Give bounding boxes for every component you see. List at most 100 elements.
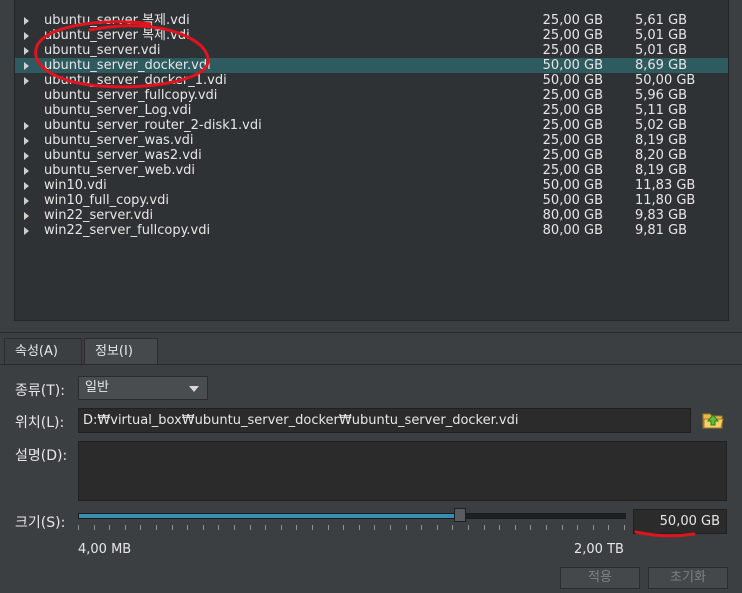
disk-row[interactable]: ubuntu_server_router_2-disk1.vdi 25,00 GB… [15,118,728,133]
disk-row[interactable]: win22_server.vdi 80,00 GB 9,83 GB [15,208,728,223]
slider-handle[interactable] [454,508,466,522]
disk-row[interactable]: ubuntu_server 복제.vdi 25,00 GB 5,01 GB [15,28,728,43]
virtual-size: 50,00 GB [542,193,603,208]
disk-row[interactable]: ubuntu_server_docker.vdi 50,00 GB 8,69 GB [15,58,728,73]
actual-size: 11,80 GB [635,193,696,208]
size-max-label: 2,00 TB [574,542,624,557]
actual-size: 9,83 GB [635,208,688,223]
slider-tick [343,525,344,530]
virtual-size: 80,00 GB [542,223,603,238]
slider-tick [468,525,469,530]
virtual-size: 25,00 GB [542,163,603,178]
expand-arrow-icon[interactable] [24,152,29,160]
location-field[interactable]: D:₩virtual_box₩ubuntu_server_docker₩ubun… [78,408,691,433]
slider-tick [78,525,79,530]
disk-row[interactable]: win10.vdi 50,00 GB 11,83 GB [15,178,728,193]
disk-name: ubuntu_server_fullcopy.vdi [44,88,218,103]
window-frame [0,0,14,332]
disk-row[interactable]: win22_server_fullcopy.vdi 80,00 GB 9,81 GB [15,223,728,238]
expand-arrow-icon[interactable] [24,197,29,205]
disk-name: ubuntu_server_docker_1.vdi [44,73,227,88]
slider-tick [406,525,407,530]
virtual-size: 25,00 GB [542,118,603,133]
location-label: 위치(L): [15,415,65,431]
disk-name: ubuntu_server_router_2-disk1.vdi [44,118,262,133]
description-field[interactable] [78,441,727,501]
tab-information[interactable]: 정보(I) [84,338,158,365]
disk-row[interactable]: ubuntu_server_was2.vdi 25,00 GB 8,20 GB [15,148,728,163]
disk-row[interactable]: ubuntu_server 복제.vdi 25,00 GB 5,61 GB [15,13,728,28]
expand-arrow-icon[interactable] [24,17,29,25]
virtual-size: 25,00 GB [542,43,603,58]
expand-arrow-icon[interactable] [24,47,29,55]
apply-button[interactable]: 적용 [560,567,640,589]
slider-tick [562,525,563,530]
slider-tick [140,525,141,530]
slider-tick [437,525,438,530]
slider-tick [593,525,594,530]
actual-size: 9,81 GB [635,223,688,238]
expand-arrow-icon[interactable] [24,62,29,70]
tab-attributes[interactable]: 속성(A) [4,338,82,366]
chevron-down-icon [189,386,199,392]
slider-tick [359,525,360,530]
expand-arrow-icon[interactable] [24,122,29,130]
slider-tick [390,525,391,530]
disk-row[interactable]: ubuntu_server_fullcopy.vdi 25,00 GB 5,96 G… [15,88,728,103]
actual-size: 5,11 GB [635,103,688,118]
actual-size: 5,01 GB [635,28,688,43]
actual-size: 5,61 GB [635,13,688,28]
disk-row[interactable]: ubuntu_server_Log.vdi 25,00 GB 5,11 GB [15,103,728,118]
disk-name: ubuntu_server_Log.vdi [44,103,192,118]
size-min-label: 4,00 MB [78,542,132,557]
disk-list[interactable]: ubuntu_server 복제.vdi 25,00 GB 5,61 GB ubunt… [14,0,729,321]
disk-row[interactable]: win10_full_copy.vdi 50,00 GB 11,80 GB [15,193,728,208]
actual-size: 5,96 GB [635,88,688,103]
expand-arrow-icon[interactable] [24,182,29,190]
slider-tick [577,525,578,530]
slider-tick [125,525,126,530]
actual-size: 5,01 GB [635,43,688,58]
expand-arrow-icon[interactable] [24,227,29,235]
expand-arrow-icon[interactable] [24,137,29,145]
slider-tick [452,525,453,530]
folder-open-icon [702,413,724,429]
slider-tick [608,525,609,530]
disk-row[interactable]: ubuntu_server_was.vdi 25,00 GB 8,19 GB [15,133,728,148]
tab-divider [0,364,742,365]
slider-tick [328,525,329,530]
choose-location-button[interactable] [701,409,725,431]
slider-tick [374,525,375,530]
size-input[interactable]: 50,00 GB [633,509,727,534]
expand-arrow-icon[interactable] [24,167,29,175]
slider-tick [109,525,110,530]
type-select[interactable]: 일반 [78,376,208,400]
slider-tick [515,525,516,530]
slider-tick [421,525,422,530]
expand-arrow-icon[interactable] [24,212,29,220]
slider-tick [187,525,188,530]
virtual-size: 50,00 GB [542,73,603,88]
disk-row[interactable]: ubuntu_server_web.vdi 25,00 GB 8,19 GB [15,163,728,178]
disk-name: win22_server.vdi [44,208,154,223]
type-select-value: 일반 [85,380,109,395]
actual-size: 8,19 GB [635,133,688,148]
expand-arrow-icon[interactable] [24,77,29,85]
reset-button[interactable]: 초기화 [648,567,728,589]
disk-name: ubuntu_server 복제.vdi [44,13,190,28]
slider-tick [484,525,485,530]
size-slider[interactable] [78,508,626,534]
actual-size: 8,69 GB [635,58,688,73]
slider-tick [265,525,266,530]
slider-tick [296,525,297,530]
disk-name: ubuntu_server_was2.vdi [44,148,202,163]
disk-row[interactable]: ubuntu_server.vdi 25,00 GB 5,01 GB [15,43,728,58]
actual-size: 50,00 GB [635,73,696,88]
expand-arrow-icon[interactable] [24,32,29,40]
slider-tick [546,525,547,530]
slider-tick [203,525,204,530]
virtual-size: 80,00 GB [542,208,603,223]
size-label: 크기(S): [15,515,66,531]
disk-name: win10.vdi [44,178,107,193]
disk-row[interactable]: ubuntu_server_docker_1.vdi 50,00 GB 50,00 … [15,73,728,88]
